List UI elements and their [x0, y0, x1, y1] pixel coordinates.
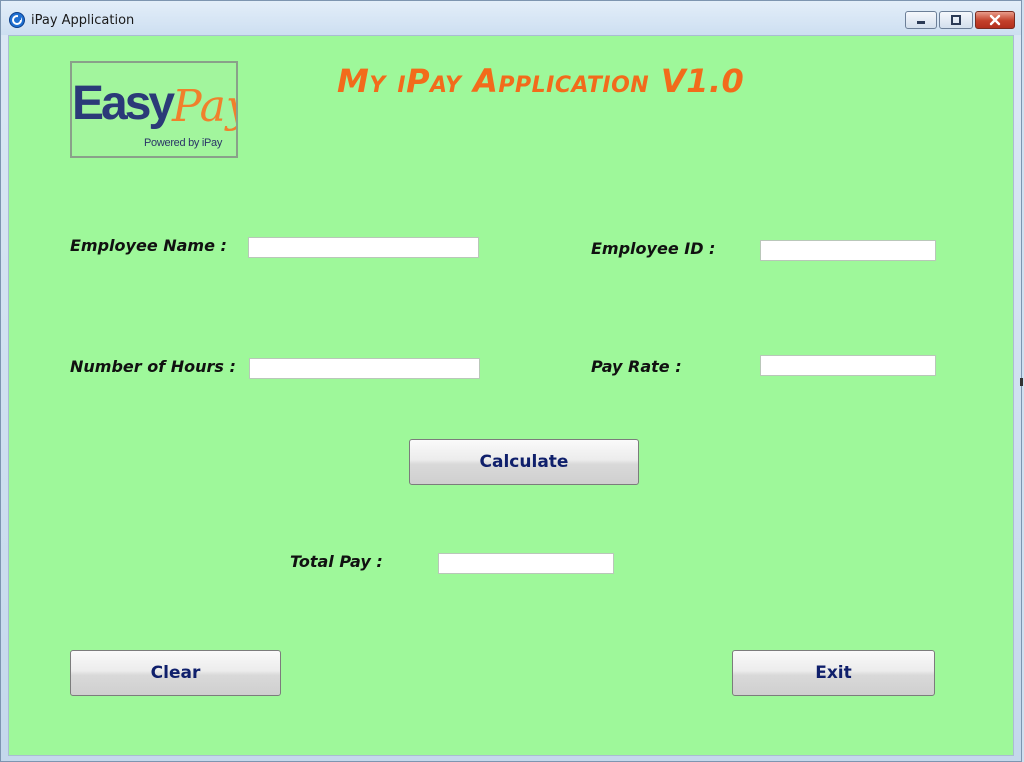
close-button[interactable] — [975, 11, 1015, 29]
resize-cursor-mark — [1020, 378, 1023, 386]
maximize-button[interactable] — [939, 11, 973, 29]
logo-word-pay: Pay — [171, 81, 236, 132]
exit-button[interactable]: Exit — [732, 650, 935, 696]
employee-name-input[interactable] — [248, 237, 479, 258]
title-bar[interactable]: iPay Application — [1, 1, 1021, 35]
app-window: iPay Application Easy Pay Power — [0, 0, 1022, 762]
form-area: Easy Pay Powered by iPay My iPay Applica… — [8, 35, 1014, 756]
maximize-icon — [940, 12, 972, 28]
easypay-logo: Easy Pay Powered by iPay — [70, 61, 238, 158]
pay-rate-input[interactable] — [760, 355, 936, 376]
minimize-button[interactable] — [905, 11, 937, 29]
employee-id-label: Employee ID : — [591, 239, 716, 258]
app-title: My iPay Application V1.0 — [337, 62, 745, 100]
total-pay-label: Total Pay : — [290, 552, 383, 571]
hours-label: Number of Hours : — [70, 357, 236, 376]
calculate-button[interactable]: Calculate — [409, 439, 639, 485]
employee-id-input[interactable] — [760, 240, 936, 261]
pay-rate-label: Pay Rate : — [591, 357, 682, 376]
logo-word-easy: Easy — [72, 77, 175, 130]
window-title: iPay Application — [31, 13, 135, 28]
logo-tagline: Powered by iPay — [144, 137, 223, 149]
clear-button[interactable]: Clear — [70, 650, 281, 696]
total-pay-output[interactable] — [438, 553, 614, 574]
close-icon — [976, 12, 1014, 28]
minimize-icon — [906, 12, 936, 28]
hours-input[interactable] — [249, 358, 480, 379]
app-icon — [9, 12, 25, 28]
employee-name-label: Employee Name : — [70, 236, 227, 255]
